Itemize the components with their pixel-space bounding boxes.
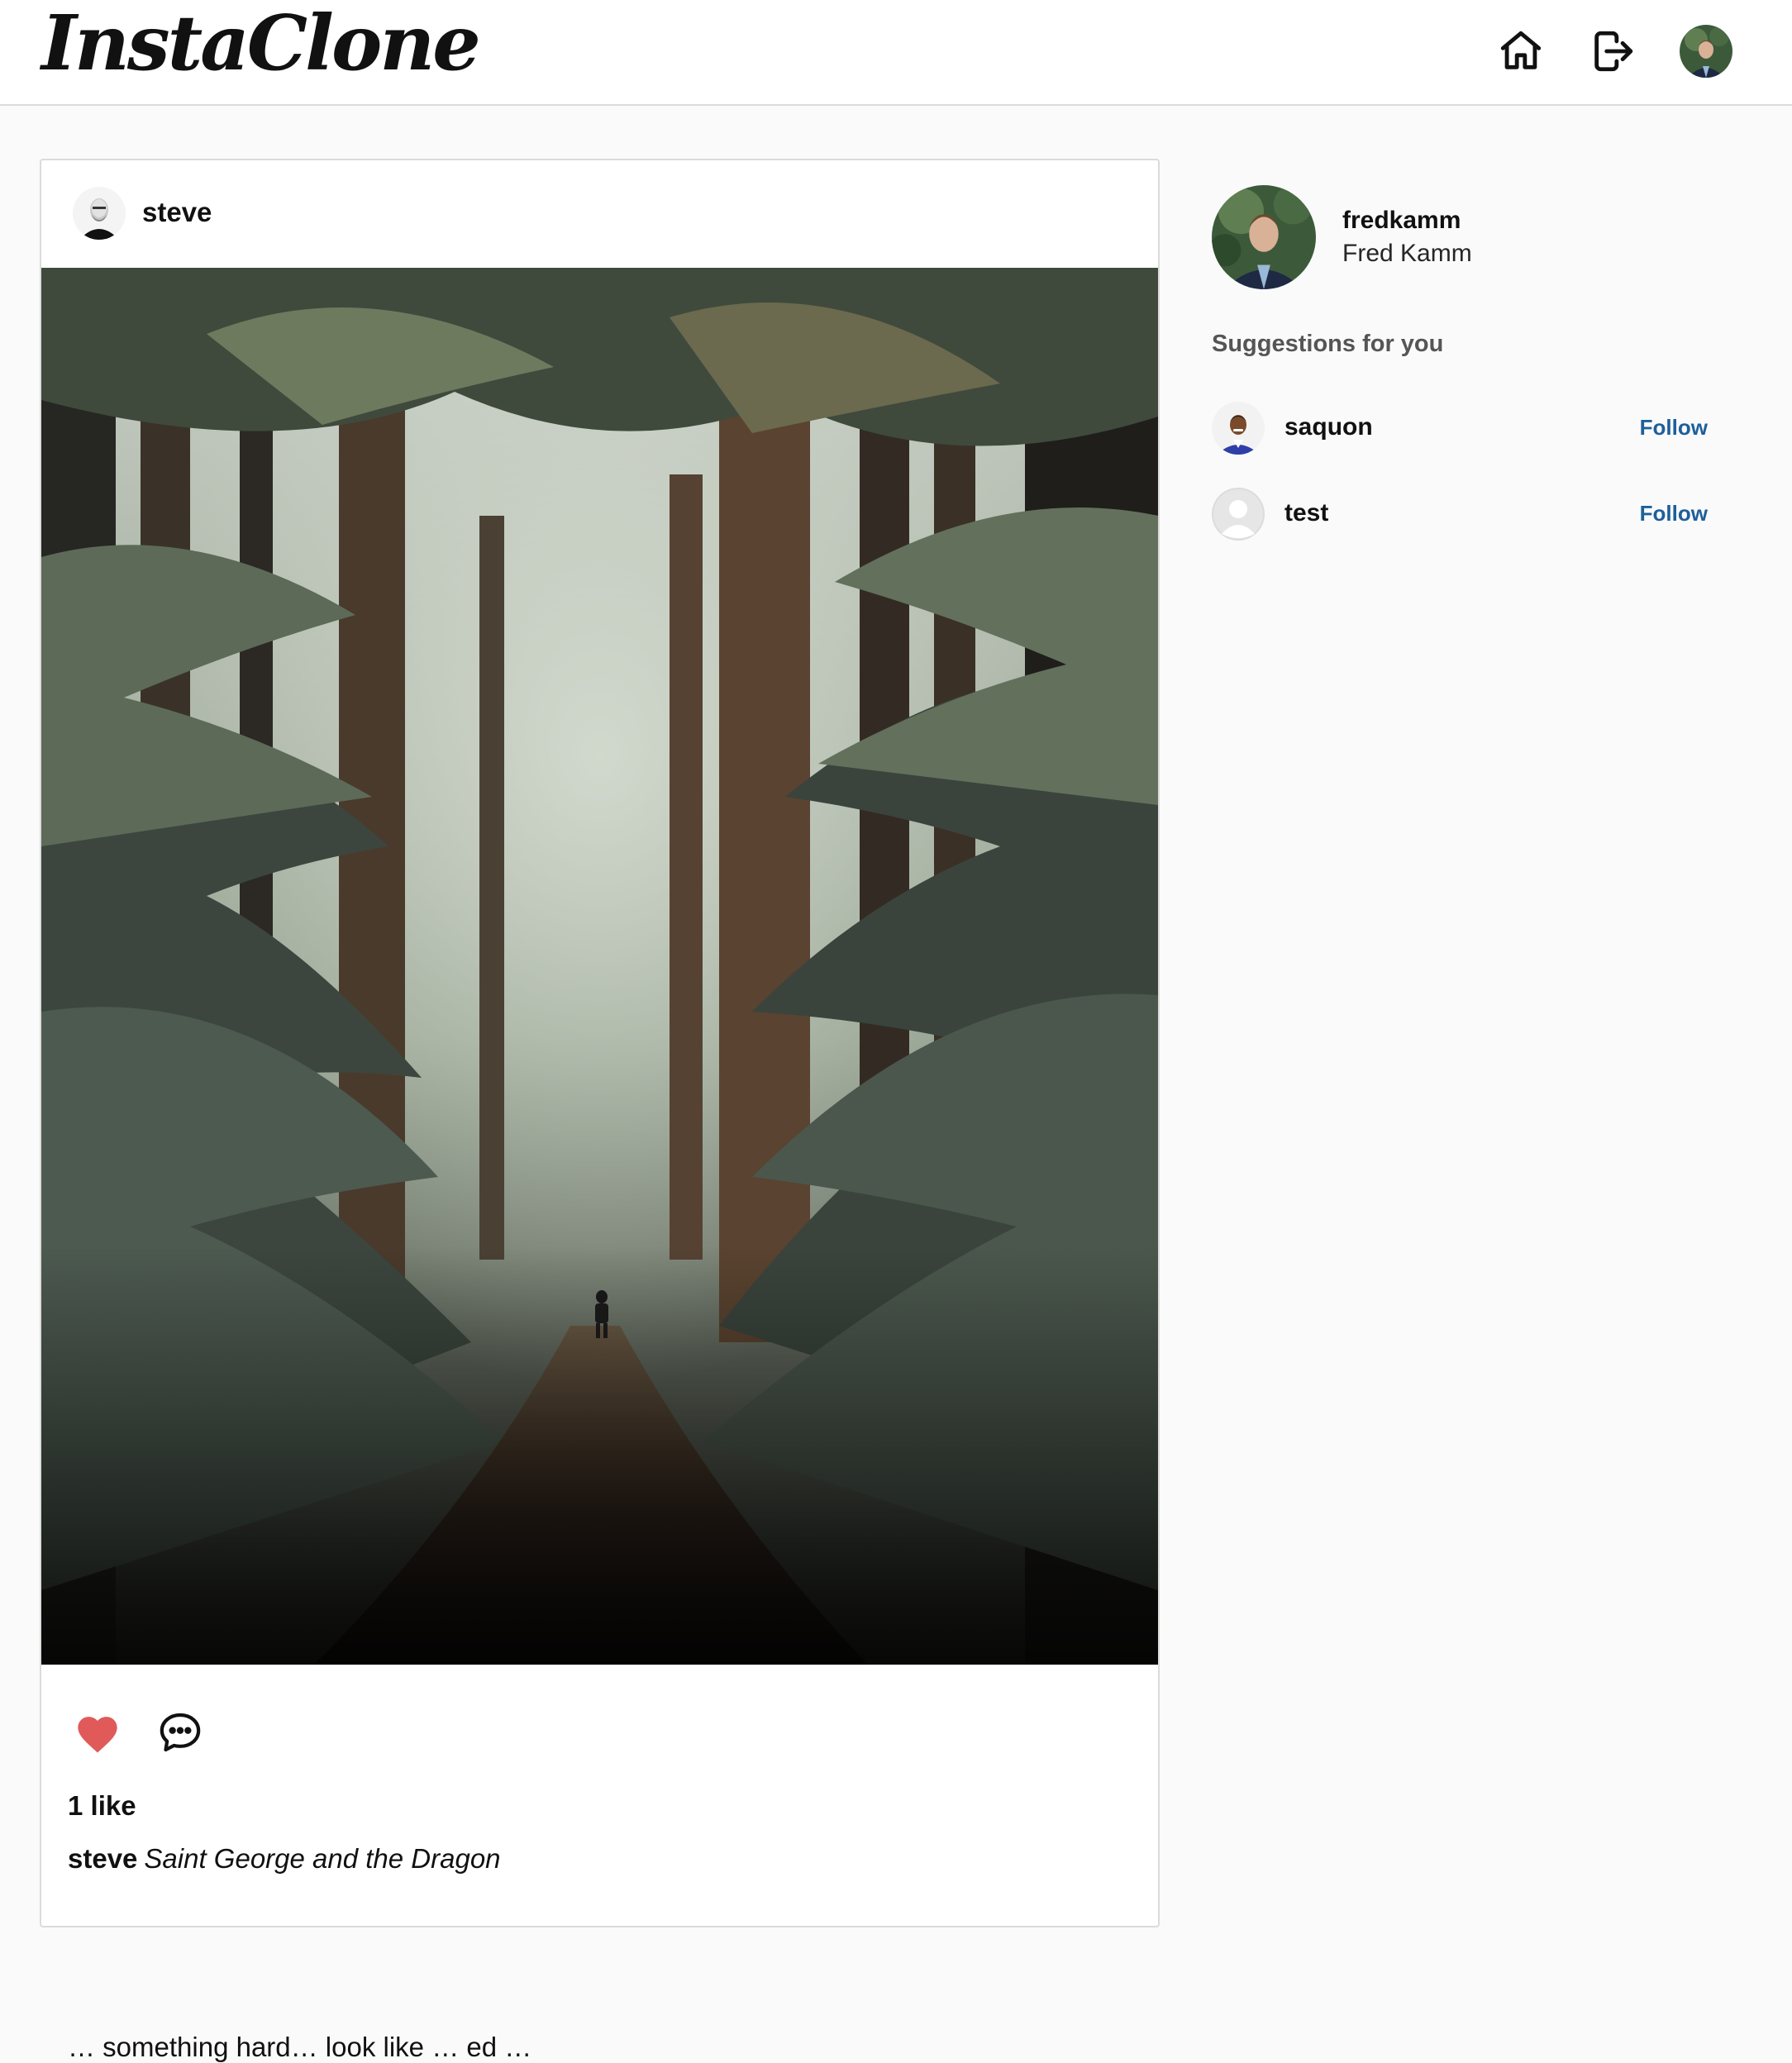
header-profile-avatar[interactable] — [1680, 25, 1732, 78]
current-user-username[interactable]: fredkamm — [1342, 207, 1461, 235]
comment-icon[interactable] — [155, 1708, 205, 1757]
default-avatar-icon[interactable] — [1212, 488, 1265, 541]
suggestion-username[interactable]: saquon — [1284, 413, 1373, 441]
post-author-avatar[interactable] — [73, 187, 126, 240]
like-heart-icon[interactable] — [73, 1708, 122, 1757]
post-photo[interactable] — [41, 268, 1158, 1665]
current-user-avatar[interactable] — [1212, 185, 1316, 289]
post-actions — [73, 1699, 205, 1765]
app-logo[interactable]: InstaClone — [41, 0, 481, 88]
post-card: steve 1 like steve Saint George and the … — [40, 159, 1160, 2062]
like-count[interactable]: 1 like — [68, 1790, 136, 1822]
post-author-username[interactable]: steve — [142, 197, 212, 228]
suggestion-item: test Follow — [1212, 486, 1708, 544]
top-header: InstaClone — [0, 0, 1792, 106]
caption-text: Saint George and the Dragon — [144, 1843, 501, 1874]
caption-username[interactable]: steve — [68, 1843, 137, 1874]
follow-button[interactable]: Follow — [1640, 415, 1708, 441]
suggestion-item: saquon Follow — [1212, 400, 1708, 458]
suggestion-avatar[interactable] — [1212, 402, 1265, 455]
suggestions-heading: Suggestions for you — [1212, 331, 1444, 357]
suggestion-username[interactable]: test — [1284, 499, 1328, 527]
current-user-fullname: Fred Kamm — [1342, 240, 1472, 267]
home-icon[interactable] — [1494, 25, 1547, 78]
follow-button[interactable]: Follow — [1640, 501, 1708, 526]
post-caption: steve Saint George and the Dragon — [68, 1843, 501, 1875]
comment-preview: … something hard… look like … ed … — [68, 2032, 532, 2062]
post-header: steve — [41, 160, 1158, 268]
logout-icon[interactable] — [1586, 25, 1639, 78]
